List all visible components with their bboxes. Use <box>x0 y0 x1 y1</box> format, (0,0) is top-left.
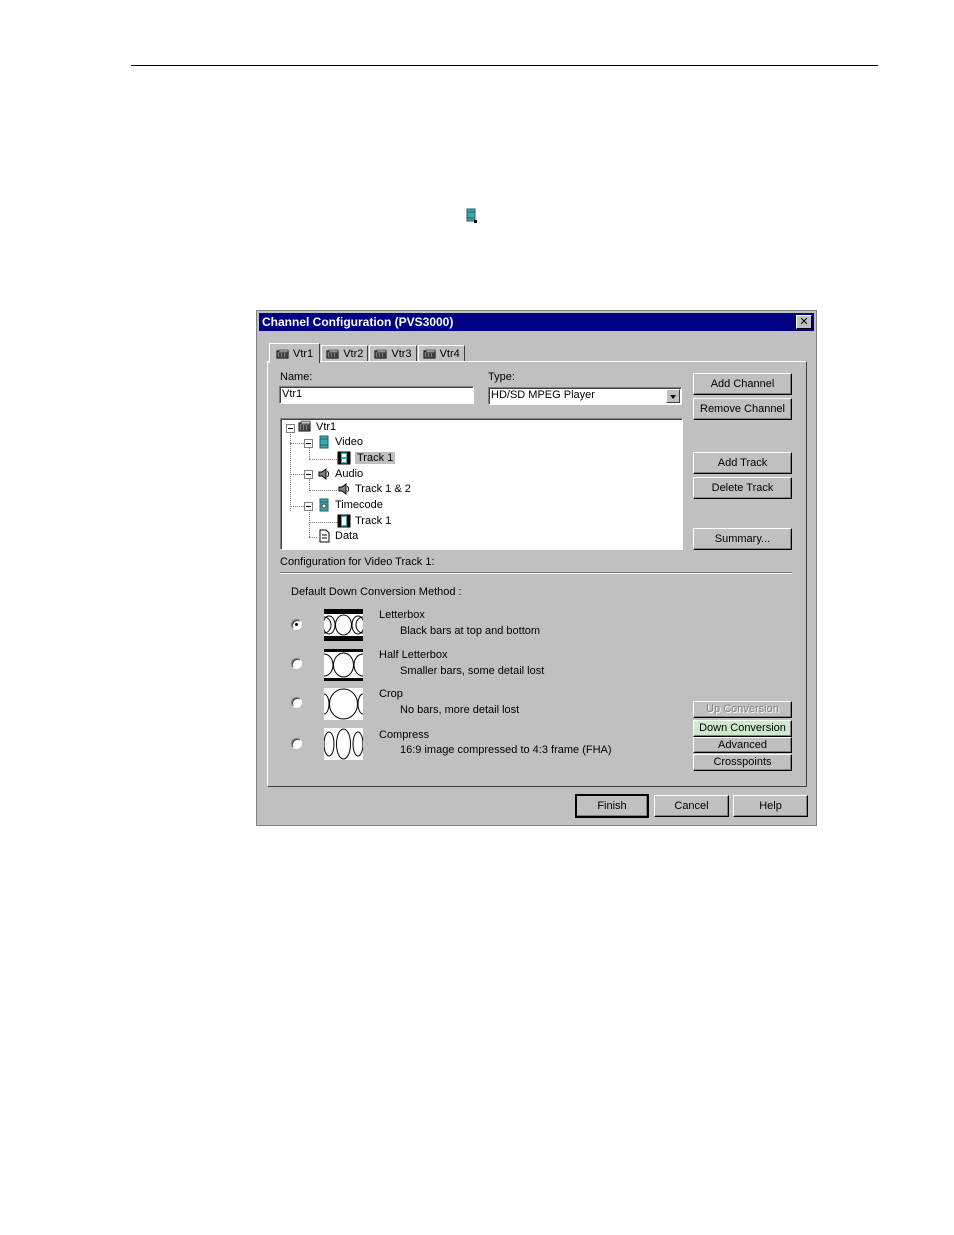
type-select-value: HD/SD MPEG Player <box>491 389 595 401</box>
remove-channel-button[interactable]: Remove Channel <box>693 398 792 420</box>
vtr-icon <box>374 349 387 359</box>
tab-label: Vtr1 <box>293 347 314 360</box>
tree-node-video-track-1[interactable]: Track 1 <box>337 451 396 465</box>
collapse-toggle[interactable] <box>304 470 313 479</box>
video-track-icon <box>466 208 477 223</box>
tree-node-data[interactable]: Data <box>317 529 358 543</box>
up-conversion-button[interactable]: Up Conversion <box>693 701 792 718</box>
collapse-toggle[interactable] <box>304 439 313 448</box>
config-section-label: Configuration for Video Track 1: <box>280 556 435 568</box>
section-divider <box>280 572 792 574</box>
add-channel-button[interactable]: Add Channel <box>693 373 792 395</box>
vtr-icon <box>276 349 289 358</box>
radio-letterbox[interactable] <box>291 619 302 630</box>
radio-compress[interactable] <box>291 738 302 749</box>
half-letterbox-thumbnail <box>324 649 363 681</box>
advanced-button[interactable]: Advanced <box>693 737 792 753</box>
tab-vtr3[interactable]: Vtr3 <box>369 345 417 362</box>
vtr-icon <box>423 349 436 359</box>
radio-crop[interactable] <box>291 697 302 708</box>
finish-button[interactable]: Finish <box>575 794 649 818</box>
vtr-tabs: Vtr1 Vtr2 Vtr3 Vtr4 <box>269 343 466 363</box>
half-letterbox-desc: Smaller bars, some detail lost <box>400 665 545 677</box>
letterbox-thumbnail <box>324 609 363 641</box>
summary-button[interactable]: Summary... <box>693 528 792 550</box>
compress-desc: 16:9 image compressed to 4:3 frame (FHA) <box>400 744 612 756</box>
vtr-icon <box>326 349 339 359</box>
page-header-rule <box>131 65 878 66</box>
letterbox-title: Letterbox <box>379 609 425 621</box>
tab-vtr4[interactable]: Vtr4 <box>417 345 465 362</box>
crop-desc: No bars, more detail lost <box>400 704 520 716</box>
tree-node-audio[interactable]: Audio <box>317 467 363 481</box>
tree-label: Vtr1 <box>316 421 337 433</box>
crop-thumbnail <box>324 688 363 720</box>
channel-configuration-dialog: Channel Configuration (PVS3000) ✕ Vtr1 V… <box>256 310 817 826</box>
tree-label: Timecode <box>335 499 383 511</box>
dialog-title: Channel Configuration (PVS3000) <box>262 315 454 329</box>
tree-label: Video <box>335 436 363 448</box>
speaker-icon <box>318 468 329 480</box>
tree-node-vtr1[interactable]: Vtr1 <box>298 420 336 434</box>
vtr-icon <box>298 420 311 432</box>
radio-half-letterbox[interactable] <box>291 658 302 669</box>
collapse-toggle[interactable] <box>286 424 295 433</box>
crosspoints-button[interactable]: Crosspoints <box>693 754 792 771</box>
timecode-icon <box>319 498 329 512</box>
letterbox-desc: Black bars at top and bottom <box>400 625 541 637</box>
tree-label: Track 1 & 2 <box>355 483 411 495</box>
tree-label-selected: Track 1 <box>355 452 396 464</box>
tab-label: Vtr2 <box>343 348 364 360</box>
document-icon <box>319 529 330 543</box>
add-track-button[interactable]: Add Track <box>693 452 792 474</box>
close-button[interactable]: ✕ <box>796 315 812 329</box>
delete-track-button[interactable]: Delete Track <box>693 477 792 499</box>
tree-node-video[interactable]: Video <box>317 435 363 449</box>
tree-node-timecode[interactable]: Timecode <box>317 498 383 512</box>
channel-tree[interactable]: Vtr1 Video Track 1 Audio Track 1 & 2 Tim… <box>280 418 683 550</box>
tree-label: Data <box>335 530 359 542</box>
chevron-down-icon[interactable] <box>666 389 680 403</box>
dialog-titlebar: Channel Configuration (PVS3000) ✕ <box>259 313 814 331</box>
tree-label: Audio <box>335 468 364 480</box>
tree-label: Track 1 <box>355 515 392 527</box>
speaker-icon <box>338 483 349 495</box>
tab-label: Vtr3 <box>391 348 412 360</box>
name-field[interactable]: Vtr1 <box>279 386 474 404</box>
help-button[interactable]: Help <box>733 795 808 817</box>
video-icon <box>319 435 329 449</box>
type-label: Type: <box>488 371 515 383</box>
type-select[interactable]: HD/SD MPEG Player <box>488 387 682 405</box>
tab-vtr1[interactable]: Vtr1 <box>269 343 321 363</box>
tab-label: Vtr4 <box>439 348 460 360</box>
film-track-icon <box>337 451 351 465</box>
tab-vtr2[interactable]: Vtr2 <box>321 345 369 362</box>
method-label: Default Down Conversion Method : <box>291 586 462 598</box>
tree-node-timecode-track[interactable]: Track 1 <box>337 514 391 528</box>
cancel-button[interactable]: Cancel <box>654 795 729 817</box>
name-label: Name: <box>280 371 313 383</box>
half-letterbox-title: Half Letterbox <box>379 649 448 661</box>
crop-title: Crop <box>379 688 403 700</box>
down-conversion-button[interactable]: Down Conversion <box>693 720 792 737</box>
tree-node-audio-track[interactable]: Track 1 & 2 <box>337 482 411 496</box>
compress-thumbnail <box>324 728 363 760</box>
film-track-icon <box>337 514 351 528</box>
collapse-toggle[interactable] <box>304 502 313 511</box>
compress-title: Compress <box>379 729 430 741</box>
